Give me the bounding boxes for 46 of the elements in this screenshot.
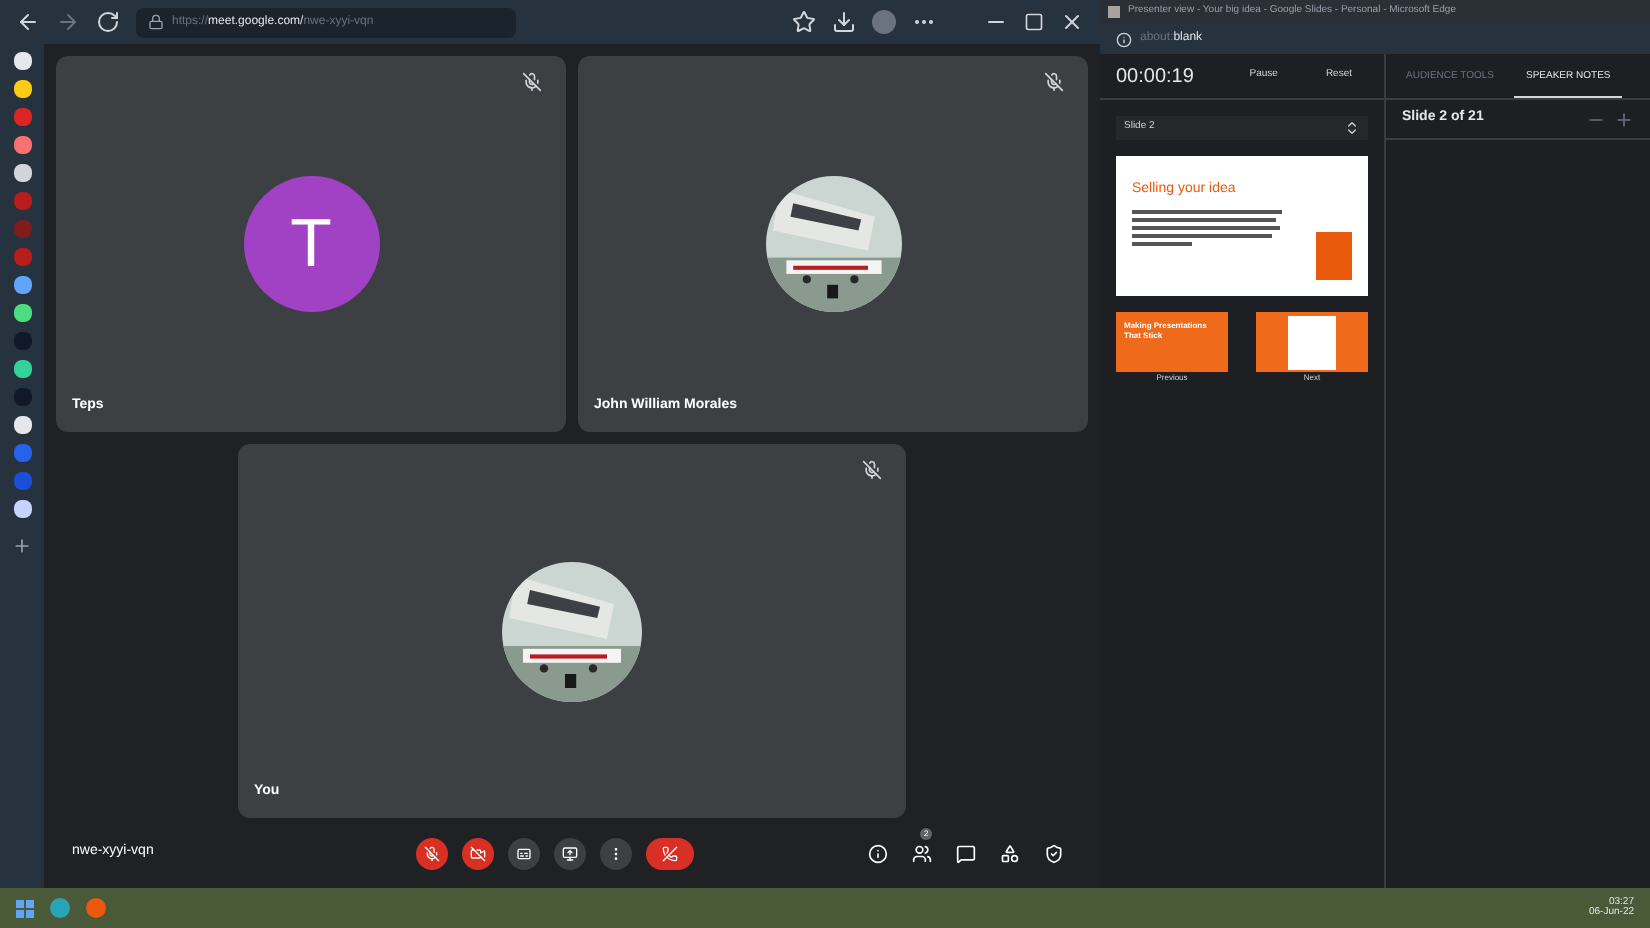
sidebar-app-icon[interactable] (13, 416, 31, 434)
mic-icon (424, 845, 440, 861)
hang-up-button[interactable] (646, 837, 694, 869)
sidebar-app-icon[interactable] (13, 136, 31, 154)
sidebar-app-icon[interactable] (13, 164, 31, 182)
favorites-icon[interactable] (792, 10, 816, 34)
close-icon[interactable] (1060, 10, 1084, 34)
browser-taskbar-icon[interactable] (50, 898, 70, 918)
sidebar-app-icon[interactable] (13, 80, 31, 98)
profile-avatar[interactable] (872, 10, 896, 34)
add-icon[interactable] (12, 536, 32, 556)
captions-button[interactable] (508, 837, 540, 869)
forward-icon[interactable] (56, 10, 80, 34)
camera-button[interactable] (462, 837, 494, 869)
maximize-icon[interactable] (1024, 12, 1044, 32)
mic-button[interactable] (416, 837, 448, 869)
download-icon[interactable] (832, 10, 856, 34)
more-button[interactable] (600, 837, 632, 869)
camera-icon (470, 845, 486, 861)
present-icon (562, 845, 578, 861)
present-button[interactable] (554, 837, 586, 869)
back-icon[interactable] (16, 10, 40, 34)
sidebar-app-icon[interactable] (13, 52, 31, 70)
sidebar-app-icon[interactable] (13, 276, 31, 294)
sidebar-app-icon[interactable] (13, 360, 31, 378)
hang-up-icon (662, 845, 678, 861)
book-image (1316, 232, 1352, 280)
mic-off-icon (522, 72, 542, 92)
zoom-in-icon[interactable] (1614, 109, 1634, 129)
host-controls-icon[interactable] (1044, 843, 1064, 863)
app-icon (1108, 6, 1120, 18)
chat-icon[interactable] (956, 843, 976, 863)
mic-off-icon (862, 460, 882, 480)
captions-icon (516, 845, 532, 861)
sidebar-app-icon[interactable] (13, 304, 31, 322)
timer: 00:00:19 (1116, 63, 1196, 91)
start-icon[interactable] (16, 899, 34, 917)
sidebar-app-icon[interactable] (13, 500, 31, 518)
mic-off-icon (1044, 72, 1064, 92)
activities-icon[interactable] (1000, 843, 1020, 863)
lock-icon[interactable] (148, 14, 164, 30)
chevron-icon (1344, 120, 1360, 136)
people-icon[interactable] (912, 843, 932, 863)
info-icon[interactable] (1116, 31, 1132, 47)
avatar: T (243, 176, 379, 312)
reload-icon[interactable] (96, 10, 120, 34)
